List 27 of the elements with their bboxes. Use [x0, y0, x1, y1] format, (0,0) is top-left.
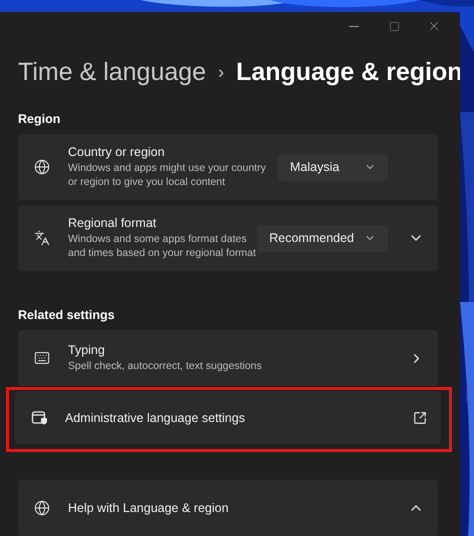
- page-title: Language & region: [236, 58, 462, 87]
- setting-title: Country or region: [68, 145, 166, 159]
- section-heading: Related settings: [18, 308, 116, 322]
- maximize-icon: [388, 20, 400, 32]
- breadcrumb-separator: ›: [218, 62, 224, 83]
- setting-title: Regional format: [68, 216, 158, 230]
- dropdown[interactable]: Malaysia: [278, 154, 388, 180]
- breadcrumb-parent[interactable]: Time & language: [18, 58, 206, 87]
- help-card[interactable]: Help with Language & region: [18, 480, 438, 536]
- setting-description: Spell check, autocorrect, text suggestions: [68, 359, 263, 373]
- settings-card[interactable]: Typing Spell check, autocorrect, text suggestions: [18, 330, 438, 386]
- dropdown[interactable]: Recommended: [257, 224, 388, 252]
- window-shield-icon: [31, 410, 47, 426]
- external-link-icon[interactable]: [413, 410, 427, 424]
- setting-description: Windows and apps might use your country or region to give you local content: [68, 161, 267, 189]
- keyboard-icon: [34, 350, 50, 366]
- help-title: Help with Language & region: [68, 501, 230, 515]
- setting-title: Administrative language settings: [65, 410, 246, 424]
- settings-card[interactable]: Administrative language settings: [15, 391, 441, 444]
- language-icon: [34, 230, 50, 246]
- settings-card[interactable]: Country or region Windows and apps might use your country or region to give you local content Malaysia: [18, 134, 438, 200]
- setting-title: Typing: [68, 343, 106, 357]
- setting-description: Windows and some apps format dates and times based on your regional format: [68, 232, 257, 260]
- section-heading: Region: [18, 112, 62, 126]
- globe-icon: [34, 500, 50, 516]
- globe-icon: [34, 159, 50, 175]
- settings-card[interactable]: Regional format Windows and some apps format dates and times based on your regional format Recommended: [18, 205, 438, 271]
